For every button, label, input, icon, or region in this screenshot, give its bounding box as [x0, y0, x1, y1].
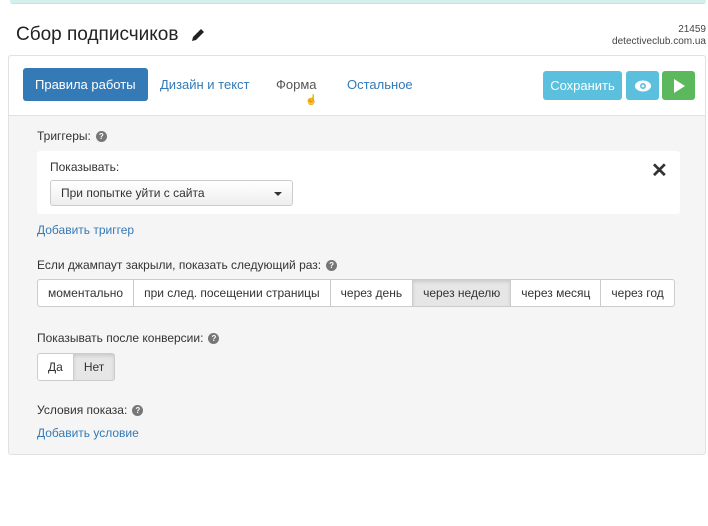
pencil-icon[interactable] — [190, 27, 206, 43]
play-icon — [673, 78, 685, 93]
page-title: Сбор подписчиков — [16, 24, 206, 46]
hand-cursor-icon: ☝ — [305, 95, 318, 106]
caret-down-icon — [274, 192, 282, 196]
conditions-label: Условия показа: ? — [37, 403, 144, 417]
launch-button[interactable] — [662, 71, 695, 100]
help-icon[interactable]: ? — [95, 130, 107, 142]
conditions-label-text: Условия показа: — [37, 403, 128, 417]
repeat-options: моментально при след. посещении страницы… — [37, 279, 675, 307]
add-trigger-link[interactable]: Добавить триггер — [37, 223, 134, 237]
preview-button[interactable] — [626, 71, 659, 100]
help-icon[interactable]: ? — [132, 404, 144, 416]
repeat-option-week[interactable]: через неделю — [412, 279, 512, 307]
repeat-option-instantly[interactable]: моментально — [37, 279, 135, 307]
help-icon[interactable]: ? — [208, 332, 220, 344]
add-condition-link[interactable]: Добавить условие — [37, 426, 139, 440]
eye-icon — [634, 80, 651, 91]
after-conversion-label-text: Показывать после конверсии: — [37, 331, 204, 345]
top-accent-bar — [10, 0, 706, 4]
close-icon[interactable]: ✕ — [651, 161, 668, 181]
trigger-select-value: При попытке уйти с сайта — [61, 186, 205, 200]
after-conversion-options: Да Нет — [37, 353, 116, 381]
trigger-select[interactable]: При попытке уйти с сайта — [50, 180, 293, 206]
settings-card: Правила работы Дизайн и текст Форма Оста… — [8, 55, 706, 455]
repeat-option-year[interactable]: через год — [600, 279, 675, 307]
site-id: 21459 — [678, 24, 706, 35]
repeat-option-next-visit[interactable]: при след. посещении страницы — [133, 279, 331, 307]
tab-bar: Правила работы Дизайн и текст Форма Оста… — [9, 56, 705, 116]
tab-design[interactable]: Дизайн и текст — [160, 68, 250, 101]
tab-rules[interactable]: Правила работы — [23, 68, 148, 101]
after-conversion-label: Показывать после конверсии: ? — [37, 331, 220, 345]
repeat-option-day[interactable]: через день — [329, 279, 414, 307]
save-button[interactable]: Сохранить — [543, 71, 622, 100]
page-title-text: Сбор подписчиков — [16, 24, 179, 45]
site-info: 21459 detectiveclub.com.ua — [612, 24, 706, 48]
repeat-label-text: Если джампаут закрыли, показать следующи… — [37, 258, 322, 272]
repeat-option-month[interactable]: через месяц — [510, 279, 602, 307]
repeat-label: Если джампаут закрыли, показать следующи… — [37, 258, 338, 272]
tab-other[interactable]: Остальное — [347, 68, 413, 101]
option-yes[interactable]: Да — [37, 353, 74, 381]
option-no[interactable]: Нет — [72, 353, 116, 381]
show-label: Показывать: — [50, 160, 120, 174]
help-icon[interactable]: ? — [326, 259, 338, 271]
site-domain: detectiveclub.com.ua — [612, 36, 706, 47]
triggers-label-text: Триггеры: — [37, 129, 91, 143]
triggers-label: Триггеры: ? — [37, 129, 107, 143]
trigger-item: Показывать: При попытке уйти с сайта ✕ — [37, 151, 680, 214]
